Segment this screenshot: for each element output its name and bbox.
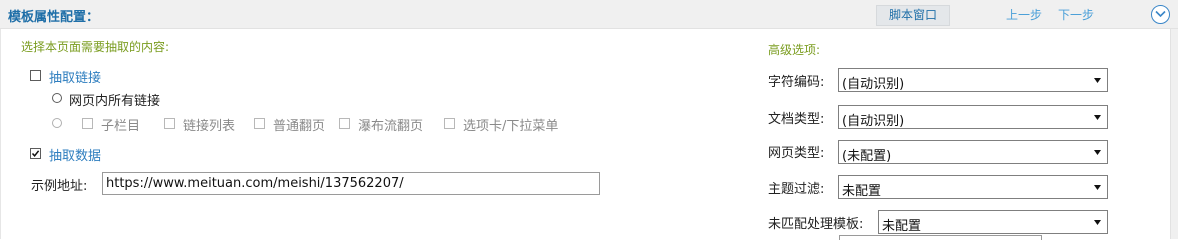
page-title: 模板属性配置： xyxy=(8,10,100,25)
all-links-label[interactable]: 网页内所有链接 xyxy=(69,90,160,109)
example-url-input[interactable] xyxy=(102,172,600,195)
topic-filter-select[interactable]: 未配置 xyxy=(838,175,1108,199)
all-links-radio[interactable] xyxy=(52,93,62,103)
doctype-value: (自动识别) xyxy=(842,114,905,129)
collapse-chevron-icon[interactable] xyxy=(1151,5,1170,24)
charset-label: 字符编码: xyxy=(768,75,825,90)
advanced-panel: 高级选项: 字符编码: (自动识别) 文档类型: (自动识别) 网页类型: (未… xyxy=(746,29,1170,239)
tab-dropdown-checkbox[interactable] xyxy=(444,118,455,129)
doctype-select[interactable]: (自动识别) xyxy=(838,105,1108,129)
prev-step-link[interactable]: 上一步 xyxy=(1006,6,1042,23)
charset-value: (自动识别) xyxy=(842,77,905,92)
topic-filter-value: 未配置 xyxy=(842,184,882,199)
dropdown-arrow-icon xyxy=(1094,78,1101,83)
unmatched-template-label: 未匹配处理模板: xyxy=(768,217,864,232)
sub-column-label: 子栏目 xyxy=(101,119,141,134)
extract-panel: 选择本页面需要抽取的内容: 抽取链接 网页内所有链接 子栏目 链接列表 普通翻页… xyxy=(0,29,747,239)
advanced-section-title: 高级选项: xyxy=(768,43,821,57)
header-bar: 模板属性配置： 脚本窗口 上一步 下一步 xyxy=(0,0,1178,29)
normal-paging-checkbox[interactable] xyxy=(254,118,265,129)
link-list-label: 链接列表 xyxy=(183,119,236,134)
dropdown-arrow-icon xyxy=(1094,185,1101,190)
extract-section-title: 选择本页面需要抽取的内容: xyxy=(21,40,170,54)
example-url-label: 示例地址: xyxy=(31,179,88,194)
dropdown-arrow-icon xyxy=(1094,150,1101,155)
scroll-edge xyxy=(1170,29,1178,239)
charset-select[interactable]: (自动识别) xyxy=(838,68,1108,92)
extract-data-checkbox[interactable] xyxy=(30,148,41,159)
sub-column-checkbox[interactable] xyxy=(82,118,93,129)
extract-links-checkbox[interactable] xyxy=(30,70,41,81)
extract-data-label[interactable]: 抽取数据 xyxy=(49,145,101,164)
dropdown-arrow-icon xyxy=(1094,220,1101,225)
extract-links-label[interactable]: 抽取链接 xyxy=(49,67,101,86)
waterfall-paging-checkbox[interactable] xyxy=(339,118,350,129)
unmatched-template-value: 未配置 xyxy=(882,219,922,234)
pagetype-value: (未配置) xyxy=(842,149,892,164)
pagetype-label: 网页类型: xyxy=(768,146,825,161)
unmatched-template-select[interactable]: 未配置 xyxy=(878,210,1108,234)
script-window-button[interactable]: 脚本窗口 xyxy=(876,5,950,26)
doctype-label: 文档类型: xyxy=(768,112,825,127)
specific-links-radio[interactable] xyxy=(52,118,62,128)
next-step-link[interactable]: 下一步 xyxy=(1058,6,1094,23)
link-list-checkbox[interactable] xyxy=(164,118,175,129)
pagetype-select[interactable]: (未配置) xyxy=(838,140,1108,164)
dropdown-arrow-icon xyxy=(1094,115,1101,120)
next-field-edge xyxy=(839,235,1042,240)
tab-dropdown-label: 选项卡/下拉菜单 xyxy=(463,119,559,134)
checkmark-icon xyxy=(31,150,40,157)
topic-filter-label: 主题过滤: xyxy=(768,182,825,197)
waterfall-paging-label: 瀑布流翻页 xyxy=(358,119,424,134)
normal-paging-label: 普通翻页 xyxy=(273,119,326,134)
